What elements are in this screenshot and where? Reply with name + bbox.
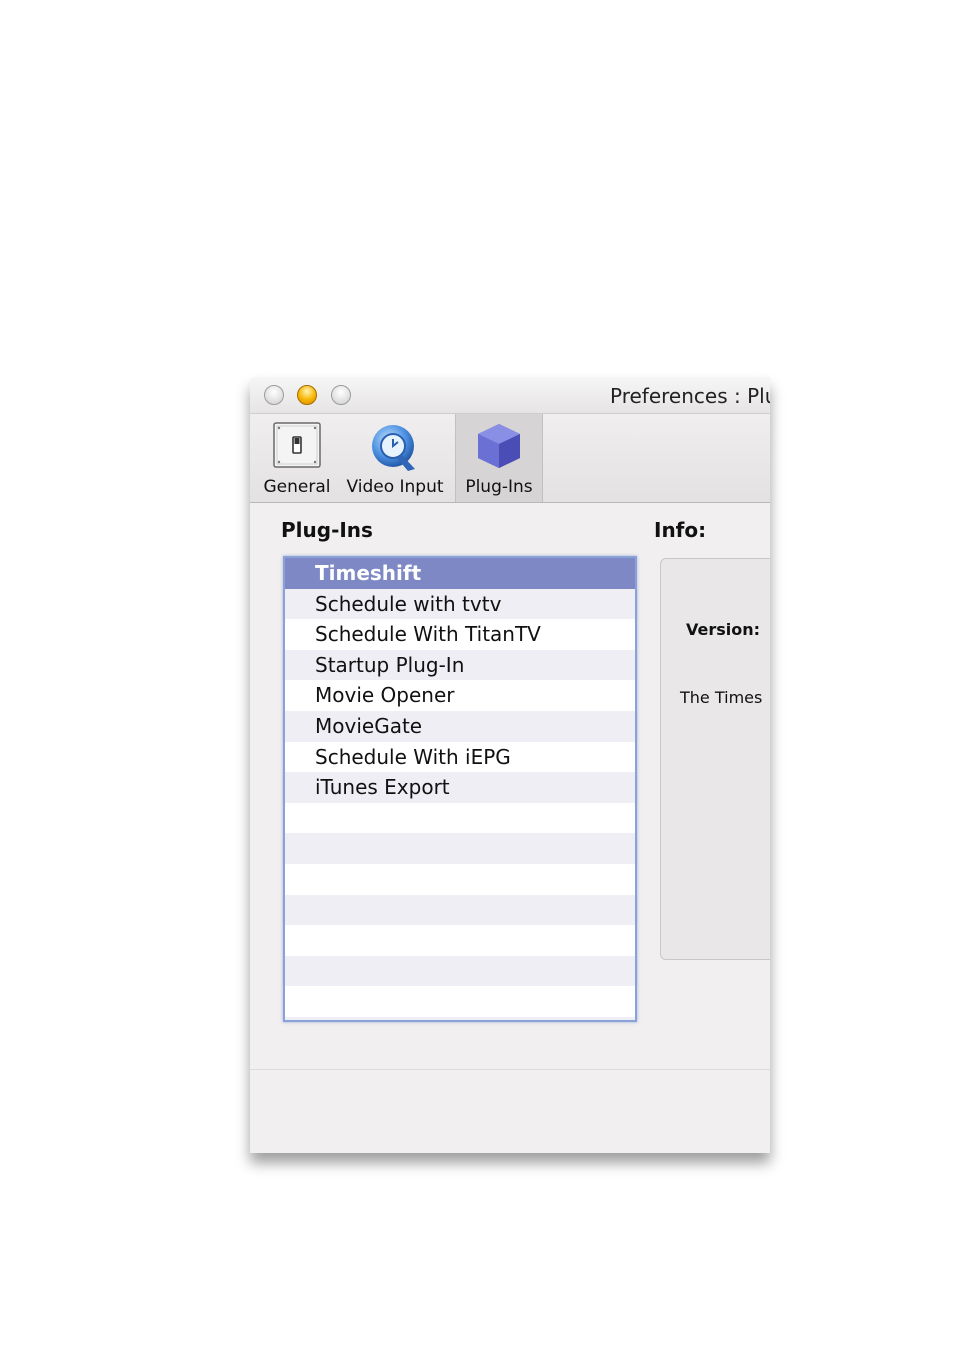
- toolbar-item-general[interactable]: General: [258, 414, 336, 502]
- quicktime-icon: [368, 422, 422, 478]
- cube-icon: [475, 422, 523, 474]
- zoom-button[interactable]: [331, 385, 351, 405]
- toolbar-item-label: Plug-Ins: [465, 477, 533, 497]
- empty-row: [285, 803, 635, 834]
- footer-divider: [250, 1069, 770, 1070]
- toolbar-item-plug-ins[interactable]: Plug-Ins: [455, 414, 543, 502]
- list-item[interactable]: MovieGate: [285, 710, 635, 742]
- empty-row: [285, 955, 635, 987]
- toolbar-item-label: General: [263, 477, 331, 497]
- list-item[interactable]: Schedule with tvtv: [285, 588, 635, 620]
- empty-row: [285, 1016, 635, 1020]
- info-panel: [660, 558, 770, 960]
- list-item[interactable]: Schedule With iEPG: [285, 742, 635, 773]
- window-title: Preferences : Plu: [610, 384, 770, 408]
- list-item[interactable]: Timeshift: [285, 558, 635, 589]
- plugins-list[interactable]: Timeshift Schedule with tvtv Schedule Wi…: [283, 556, 637, 1022]
- list-item[interactable]: Schedule With TitanTV: [285, 619, 635, 650]
- list-item[interactable]: Movie Opener: [285, 680, 635, 711]
- minimize-button[interactable]: [297, 385, 317, 405]
- preferences-window: Preferences : Plu General Video Input Pl…: [250, 377, 770, 1153]
- list-item[interactable]: Startup Plug-In: [285, 649, 635, 681]
- empty-row: [285, 986, 635, 1017]
- empty-row: [285, 864, 635, 895]
- toolbar: General Video Input Plug-Ins: [250, 414, 770, 503]
- toolbar-item-label: Video Input: [346, 477, 444, 497]
- switch-icon: [273, 422, 321, 472]
- list-item[interactable]: iTunes Export: [285, 772, 635, 803]
- plugins-heading: Plug-Ins: [281, 518, 373, 542]
- empty-row: [285, 925, 635, 956]
- title-bar[interactable]: Preferences : Plu: [250, 377, 770, 414]
- close-button[interactable]: [264, 385, 284, 405]
- plugin-description: The Times: [680, 688, 763, 707]
- empty-row: [285, 894, 635, 926]
- info-heading: Info:: [654, 518, 707, 542]
- version-label: Version:: [686, 620, 761, 639]
- empty-row: [285, 833, 635, 864]
- toolbar-item-video-input[interactable]: Video Input: [342, 414, 448, 502]
